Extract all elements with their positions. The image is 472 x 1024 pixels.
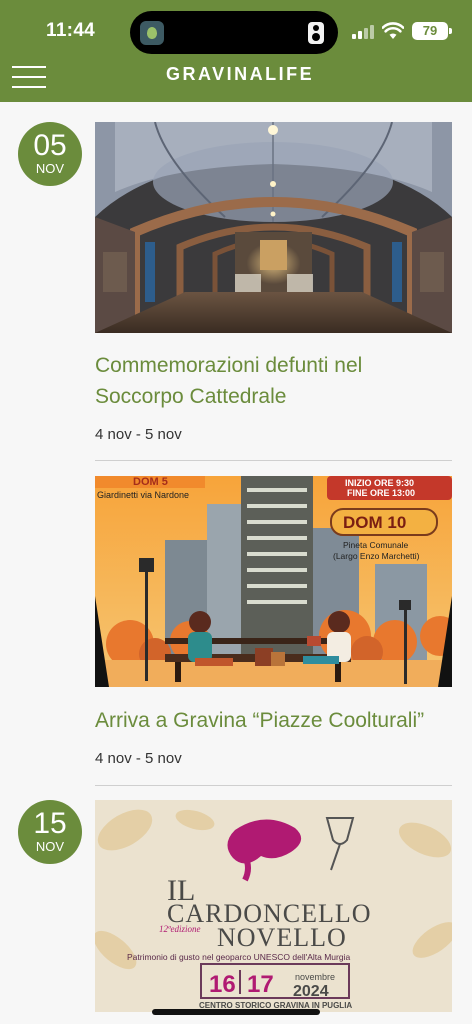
dynamic-island xyxy=(130,11,338,54)
poster-edition: 12ªedizione xyxy=(159,924,200,934)
event-title[interactable]: Commemorazioni defunti nel Soccorpo Catt… xyxy=(95,350,455,412)
speaker-icon xyxy=(308,22,324,44)
poster-time-end: FINE ORE 13:00 xyxy=(347,488,415,498)
poster-tagline: Patrimonio di gusto nel geoparco UNESCO … xyxy=(127,952,350,962)
live-activity-app-icon xyxy=(140,21,164,45)
poster-top-banner: DOM 5 xyxy=(133,476,168,488)
poster-location-left: Giardinetti via Nardone xyxy=(97,490,189,500)
cellular-signal-icon xyxy=(352,25,374,39)
divider xyxy=(95,460,452,461)
date-month: NOV xyxy=(35,161,65,176)
brand-logo[interactable]: GRAVINALIFE xyxy=(166,64,314,85)
poster-title-3: NOVELLO xyxy=(217,923,347,952)
wifi-icon xyxy=(382,22,404,39)
divider xyxy=(95,785,452,786)
poster-year: 2024 xyxy=(293,983,329,1000)
date-month: NOV xyxy=(35,839,65,854)
battery-indicator: 79 xyxy=(412,22,452,40)
status-time: 11:44 xyxy=(46,20,96,41)
poster-day-badge: DOM 10 xyxy=(343,513,406,532)
date-badge: 05 NOV xyxy=(18,122,82,186)
home-indicator[interactable] xyxy=(152,1009,320,1015)
event-date-range: 4 nov - 5 nov xyxy=(95,426,182,443)
date-badge: 15 NOV xyxy=(18,800,82,864)
poster-day-1: 16 xyxy=(209,971,236,998)
event-date-range: 4 nov - 5 nov xyxy=(95,750,182,767)
event-title[interactable]: Arriva a Gravina “Piazze Coolturali” xyxy=(95,705,455,736)
poster-time-start: INIZIO ORE 9:30 xyxy=(345,478,414,488)
event-image-cardoncello-novello[interactable]: IL CARDONCELLO 12ªedizione NOVELLO Patri… xyxy=(95,800,452,1012)
date-day: 05 xyxy=(33,129,67,162)
poster-location-right-1: Pineta Comunale xyxy=(343,540,408,550)
event-image-piazze-coolturali[interactable]: DOM 5 Giardinetti via Nardone INIZIO ORE… xyxy=(95,476,452,687)
hamburger-menu-button[interactable] xyxy=(12,66,46,88)
poster-month: novembre xyxy=(295,972,335,982)
date-day: 15 xyxy=(33,807,67,840)
poster-location-right-2: (Largo Enzo Marchetti) xyxy=(333,551,420,561)
app-header: 11:44 79 GRAVINALIFE xyxy=(0,0,472,102)
poster-day-2: 17 xyxy=(247,971,274,998)
event-image-crypt[interactable] xyxy=(95,122,452,333)
